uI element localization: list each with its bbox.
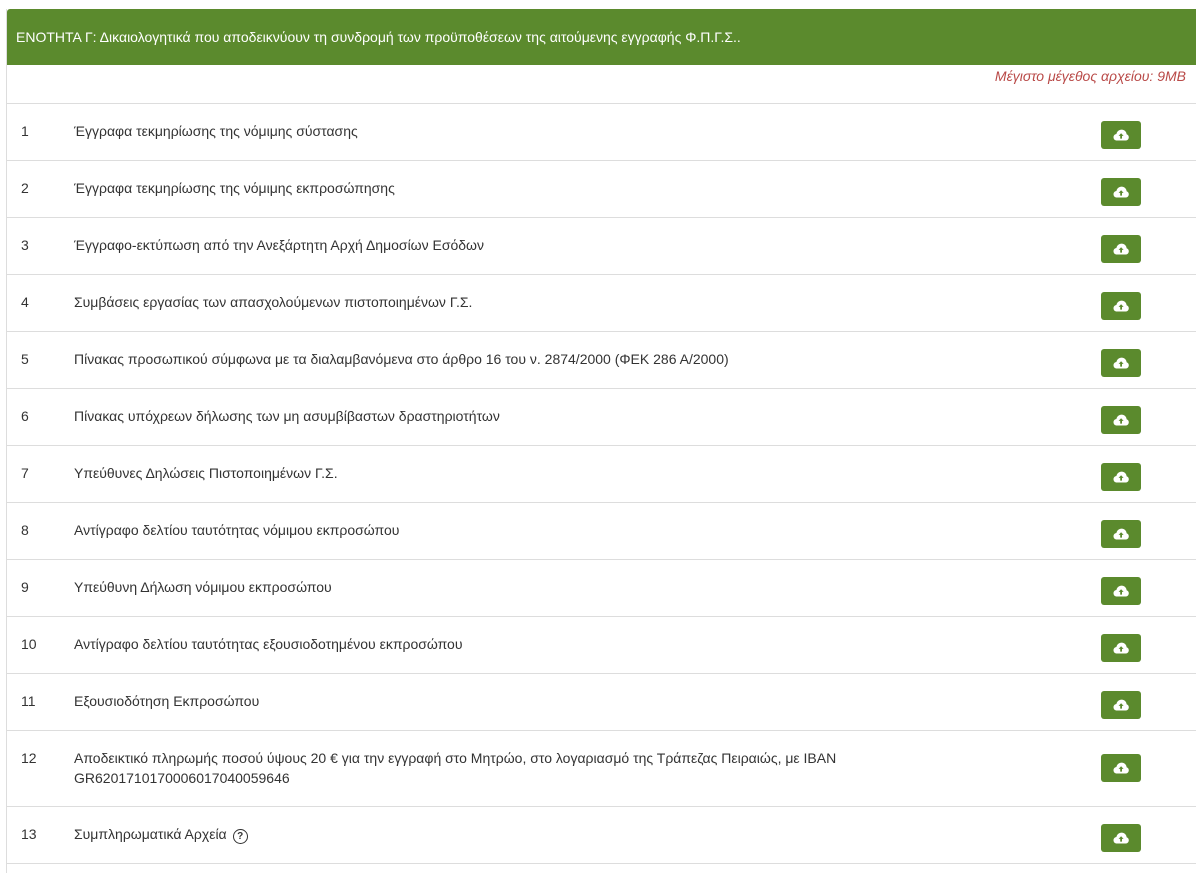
document-row: 5 Πίνακας προσωπικού σύμφωνα με τα διαλαμ… (7, 332, 1196, 389)
document-number: 2 (21, 180, 29, 196)
document-label-text: Εξουσιοδότηση Εκπροσώπου (74, 693, 260, 709)
document-label-text: Συμβάσεις εργασίας των απασχολούμενων πι… (74, 294, 473, 310)
cloud-upload-icon (1113, 129, 1129, 141)
document-label: Υπεύθυνες Δηλώσεις Πιστοποιημένων Γ.Σ. (74, 463, 1054, 483)
document-label: Αντίγραφο δελτίου ταυτότητας εξουσιοδοτη… (74, 634, 1054, 654)
document-row: 7 Υπεύθυνες Δηλώσεις Πιστοποιημένων Γ.Σ. (7, 446, 1196, 503)
cloud-upload-icon (1113, 699, 1129, 711)
document-number: 1 (21, 123, 29, 139)
document-label: Υπεύθυνη Δήλωση νόμιμου εκπροσώπου (74, 577, 1054, 597)
document-list: 1 Έγγραφα τεκμηρίωσης της νόμιμης σύσταση… (7, 104, 1196, 864)
cloud-upload-icon (1113, 414, 1129, 426)
document-number: 12 (21, 750, 37, 766)
upload-button[interactable] (1101, 235, 1141, 263)
document-label: Έγγραφο-εκτύπωση από την Ανεξάρτητη Αρχή… (74, 235, 1054, 255)
question-circle-icon[interactable]: ? (232, 829, 248, 844)
document-number: 6 (21, 408, 29, 424)
cloud-upload-icon (1113, 357, 1129, 369)
document-label-text: Υπεύθυνες Δηλώσεις Πιστοποιημένων Γ.Σ. (74, 465, 338, 481)
cloud-upload-icon (1113, 832, 1129, 844)
upload-button[interactable] (1101, 634, 1141, 662)
section-title: ΕΝΟΤΗΤΑ Γ: Δικαιολογητικά που αποδεικνύο… (7, 9, 1196, 65)
document-label: Συμπληρωματικά Αρχεία? (74, 824, 1054, 844)
document-row: 9 Υπεύθυνη Δήλωση νόμιμου εκπροσώπου (7, 560, 1196, 617)
document-label: Συμβάσεις εργασίας των απασχολούμενων πι… (74, 292, 1054, 312)
document-label-text: Πίνακας υπόχρεων δήλωσης των μη ασυμβίβα… (74, 408, 500, 424)
document-number: 13 (21, 826, 37, 842)
cloud-upload-icon (1113, 585, 1129, 597)
document-label: Έγγραφα τεκμηρίωσης της νόμιμης σύστασης (74, 121, 1054, 141)
upload-button[interactable] (1101, 754, 1141, 782)
document-number: 11 (21, 693, 36, 709)
document-row: 2 Έγγραφα τεκμηρίωσης της νόμιμης εκπροσώ… (7, 161, 1196, 218)
cloud-upload-icon (1113, 186, 1129, 198)
document-number: 8 (21, 522, 29, 538)
document-label: Εξουσιοδότηση Εκπροσώπου (74, 691, 1054, 711)
document-label: Πίνακας προσωπικού σύμφωνα με τα διαλαμβ… (74, 349, 1054, 369)
document-label-text: Έγγραφο-εκτύπωση από την Ανεξάρτητη Αρχή… (74, 237, 484, 253)
cloud-upload-icon (1113, 471, 1129, 483)
document-label: Πίνακας υπόχρεων δήλωσης των μη ασυμβίβα… (74, 406, 1054, 426)
document-row: 13 Συμπληρωματικά Αρχεία? (7, 807, 1196, 864)
document-label-text: Έγγραφα τεκμηρίωσης της νόμιμης σύστασης (74, 123, 358, 139)
upload-button[interactable] (1101, 463, 1141, 491)
document-number: 7 (21, 465, 29, 481)
document-label-text: Συμπληρωματικά Αρχεία (74, 826, 227, 842)
document-label-text: Πίνακας προσωπικού σύμφωνα με τα διαλαμβ… (74, 351, 729, 367)
upload-button[interactable] (1101, 691, 1141, 719)
document-row: 1 Έγγραφα τεκμηρίωσης της νόμιμης σύσταση… (7, 104, 1196, 161)
upload-button[interactable] (1101, 406, 1141, 434)
upload-button[interactable] (1101, 178, 1141, 206)
upload-button[interactable] (1101, 520, 1141, 548)
upload-button[interactable] (1101, 824, 1141, 852)
upload-button[interactable] (1101, 292, 1141, 320)
document-number: 9 (21, 579, 29, 595)
document-number: 4 (21, 294, 29, 310)
document-label: Αποδεικτικό πληρωμής ποσού ύψους 20 € γι… (74, 748, 1054, 788)
cloud-upload-icon (1113, 300, 1129, 312)
document-number: 3 (21, 237, 29, 253)
document-label-text: Αντίγραφο δελτίου ταυτότητας εξουσιοδοτη… (74, 636, 463, 652)
upload-button[interactable] (1101, 349, 1141, 377)
document-label-text: Έγγραφα τεκμηρίωσης της νόμιμης εκπροσώπ… (74, 180, 395, 196)
document-row: 12 Αποδεικτικό πληρωμής ποσού ύψους 20 € … (7, 731, 1196, 807)
document-number: 10 (21, 636, 37, 652)
document-label: Αντίγραφο δελτίου ταυτότητας νόμιμου εκπ… (74, 520, 1054, 540)
max-file-size-note: Μέγιστο μέγεθος αρχείου: 9MB (7, 65, 1196, 104)
document-row: 4 Συμβάσεις εργασίας των απασχολούμενων π… (7, 275, 1196, 332)
document-label: Έγγραφα τεκμηρίωσης της νόμιμης εκπροσώπ… (74, 178, 1054, 198)
upload-button[interactable] (1101, 577, 1141, 605)
document-label-text: Αποδεικτικό πληρωμής ποσού ύψους 20 € γι… (74, 750, 837, 786)
document-label-text: Αντίγραφο δελτίου ταυτότητας νόμιμου εκπ… (74, 522, 400, 538)
cloud-upload-icon (1113, 762, 1129, 774)
document-row: 6 Πίνακας υπόχρεων δήλωσης των μη ασυμβίβ… (7, 389, 1196, 446)
document-row: 11 Εξουσιοδότηση Εκπροσώπου (7, 674, 1196, 731)
document-label-text: Υπεύθυνη Δήλωση νόμιμου εκπροσώπου (74, 579, 332, 595)
document-row: 8 Αντίγραφο δελτίου ταυτότητας νόμιμου εκ… (7, 503, 1196, 560)
document-number: 5 (21, 351, 29, 367)
cloud-upload-icon (1113, 243, 1129, 255)
upload-button[interactable] (1101, 121, 1141, 149)
cloud-upload-icon (1113, 528, 1129, 540)
document-row: 10 Αντίγραφο δελτίου ταυτότητας εξουσιοδο… (7, 617, 1196, 674)
cloud-upload-icon (1113, 642, 1129, 654)
documents-section-panel: ΕΝΟΤΗΤΑ Γ: Δικαιολογητικά που αποδεικνύο… (6, 9, 1196, 873)
document-row: 3 Έγγραφο-εκτύπωση από την Ανεξάρτητη Αρχ… (7, 218, 1196, 275)
max-file-size-text: Μέγιστο μέγεθος αρχείου: 9MB (994, 68, 1186, 84)
